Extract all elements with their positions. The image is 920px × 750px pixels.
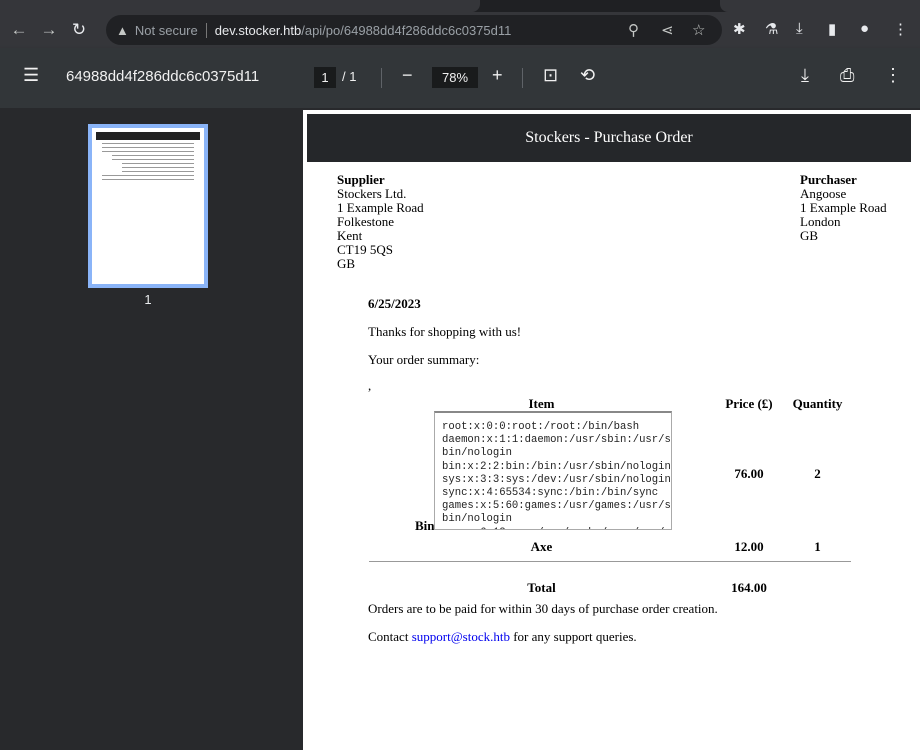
thumbnail-page-number: 1 xyxy=(144,292,152,307)
zoom-in-icon[interactable]: + xyxy=(492,65,503,86)
downloads-icon[interactable]: ⤓ xyxy=(796,20,803,37)
browser-navbar: ← → ↻ ▲ Not secure dev.stocker.htb/api/p… xyxy=(0,12,920,48)
fit-page-icon[interactable]: ⊡ xyxy=(543,65,558,86)
purchaser-line: London xyxy=(800,214,841,229)
reload-icon[interactable]: ↻ xyxy=(64,20,94,40)
supplier-line: Kent xyxy=(337,228,363,243)
divider xyxy=(522,68,523,88)
item-qty: 1 xyxy=(814,539,821,554)
side-panel-icon[interactable]: ▮ xyxy=(828,20,836,38)
page-total: / 1 xyxy=(342,69,357,84)
purchaser-line: GB xyxy=(800,228,819,243)
document-title: 64988dd4f286ddc6c0375d11 xyxy=(66,68,260,85)
print-icon[interactable]: ⎙ xyxy=(840,65,854,86)
zoom-level-input[interactable]: 78% xyxy=(432,67,478,88)
purchaser-label: Purchaser xyxy=(800,172,857,187)
column-quantity: Quantity xyxy=(792,396,843,411)
contact-post: for any support queries. xyxy=(509,629,637,644)
zoom-out-icon[interactable]: − xyxy=(402,65,413,86)
extensions-icon[interactable]: ✱ xyxy=(733,20,746,38)
tab[interactable] xyxy=(0,0,480,12)
table-row: Axe 12.00 1 xyxy=(369,534,851,560)
download-icon[interactable]: ⤓ xyxy=(801,65,809,86)
item-price: 12.00 xyxy=(734,539,764,554)
item-price: 76.00 xyxy=(734,466,764,481)
supplier-block: Supplier Stockers Ltd. 1 Example Road Fo… xyxy=(337,173,424,271)
supplier-line: Stockers Ltd. xyxy=(337,186,407,201)
back-icon[interactable]: ← xyxy=(4,20,34,40)
pdf-page: Stockers - Purchase Order Supplier Stock… xyxy=(303,110,920,750)
thumbnail-sidebar: 1 xyxy=(0,108,298,732)
po-header: Stockers - Purchase Order xyxy=(307,114,911,162)
supplier-line: 1 Example Road xyxy=(337,200,424,215)
page-thumbnail[interactable] xyxy=(88,124,208,288)
bookmark-star-icon[interactable]: ☆ xyxy=(692,21,705,39)
share-icon[interactable]: ⋖ xyxy=(661,21,674,39)
support-email-link[interactable]: support@stock.htb xyxy=(412,629,510,644)
pdf-toolbar: ☰ 64988dd4f286ddc6c0375d11 1 / 1 − 78% +… xyxy=(0,48,920,108)
forward-icon[interactable]: → xyxy=(34,20,64,40)
tab[interactable] xyxy=(720,0,920,12)
contact-pre: Contact xyxy=(368,629,412,644)
purchaser-line: Angoose xyxy=(800,186,847,201)
page-number-input[interactable]: 1 xyxy=(314,67,336,88)
address-bar[interactable]: ▲ Not secure dev.stocker.htb/api/po/6498… xyxy=(106,15,722,45)
pdf-viewer[interactable]: Stockers - Purchase Order Supplier Stock… xyxy=(298,108,920,750)
supplier-line: Folkestone xyxy=(337,214,395,229)
item-qty: 2 xyxy=(814,466,821,481)
divider xyxy=(381,68,382,88)
contact-text: Contact support@stock.htb for any suppor… xyxy=(368,629,637,645)
tab-strip xyxy=(0,0,920,12)
labs-flask-icon[interactable]: ⚗ xyxy=(765,20,778,38)
thanks-text: Thanks for shopping with us! xyxy=(368,324,522,339)
url-host: dev.stocker.htb xyxy=(214,22,302,38)
more-options-icon[interactable]: ⋮ xyxy=(884,65,902,86)
supplier-line: GB xyxy=(337,256,356,271)
hamburger-menu-icon[interactable]: ☰ xyxy=(23,65,39,86)
item-name: Axe xyxy=(530,539,553,554)
column-price: Price (£) xyxy=(725,396,773,411)
warning-icon[interactable]: ▲ xyxy=(116,23,129,38)
page-total-value: 1 xyxy=(349,69,357,84)
zoom-search-icon[interactable]: ⚲ xyxy=(628,21,639,39)
divider xyxy=(369,561,851,562)
supplier-line: CT19 5QS xyxy=(337,242,393,257)
menu-icon[interactable]: ⋮ xyxy=(893,20,908,38)
order-date: 6/25/2023 xyxy=(368,296,421,311)
purchaser-block: Purchaser Angoose 1 Example Road London … xyxy=(800,173,887,243)
stray-comma: , xyxy=(368,378,372,393)
summary-text: Your order summary: xyxy=(368,352,480,367)
purchaser-line: 1 Example Road xyxy=(800,200,887,215)
total-row: Total 164.00 xyxy=(369,576,851,600)
payment-note: Orders are to be paid for within 30 days… xyxy=(368,601,718,616)
total-label: Total xyxy=(527,580,556,595)
profile-icon[interactable]: ● xyxy=(860,20,869,37)
supplier-label: Supplier xyxy=(337,172,385,187)
total-value: 164.00 xyxy=(731,580,767,595)
rotate-icon[interactable]: ⟲ xyxy=(580,65,595,86)
url-path: /api/po/64988dd4f286ddc6c0375d11 xyxy=(301,22,512,38)
embedded-file-frame[interactable]: root:x:0:0:root:/root:/bin/bash daemon:x… xyxy=(434,411,672,530)
security-label[interactable]: Not secure xyxy=(135,22,207,38)
